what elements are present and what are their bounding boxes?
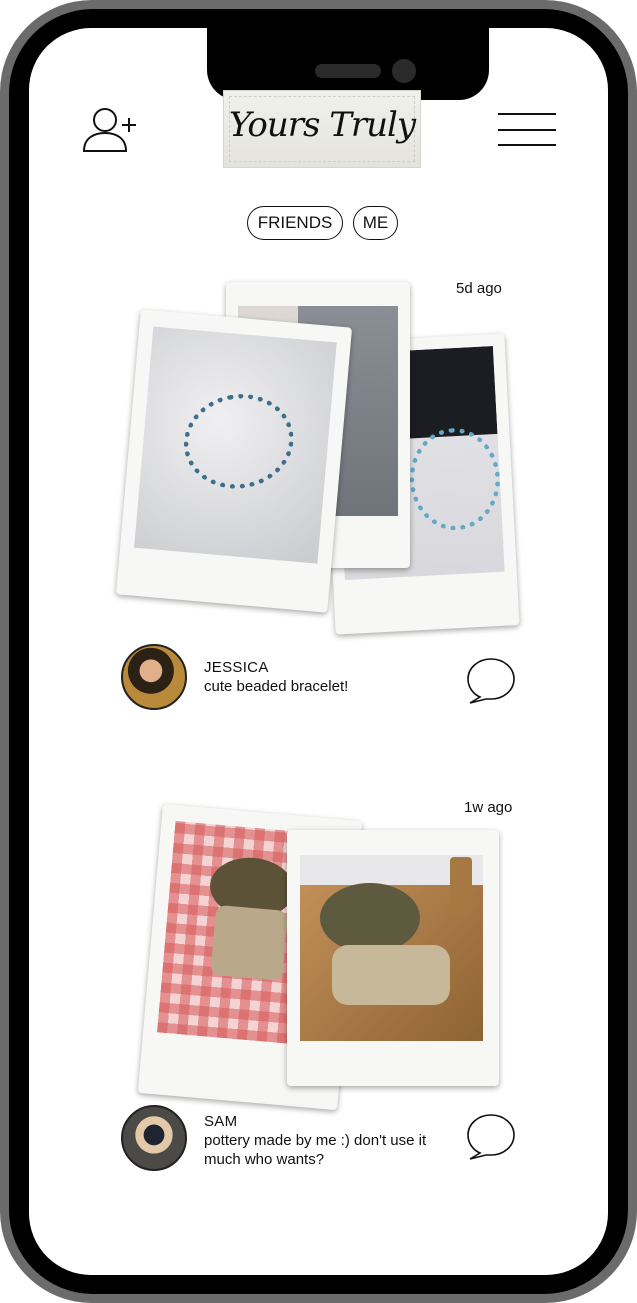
post-username[interactable]: JESSICA (204, 659, 269, 676)
post-photo[interactable] (115, 309, 353, 613)
post-caption: cute beaded bracelet! (204, 678, 349, 695)
menu-button[interactable] (498, 112, 556, 148)
photo-image (300, 855, 483, 1041)
post-photo[interactable] (287, 830, 499, 1086)
speech-bubble-icon (467, 1114, 515, 1160)
avatar[interactable] (121, 644, 187, 710)
tab-me[interactable]: ME (353, 206, 398, 240)
comment-button[interactable] (466, 1113, 516, 1161)
speaker (315, 64, 381, 78)
avatar[interactable] (121, 1105, 187, 1171)
comment-button[interactable] (466, 657, 516, 705)
hamburger-menu-icon (498, 113, 556, 146)
app-logo: Yours Truly (223, 90, 421, 168)
front-camera (392, 59, 416, 83)
photo-image (134, 326, 337, 564)
add-user-icon (82, 108, 136, 152)
add-friend-button[interactable] (82, 106, 138, 154)
tab-friends[interactable]: FRIENDS (247, 206, 343, 240)
speech-bubble-icon (467, 658, 515, 704)
post-caption: pottery made by me :) don't use it much … (204, 1132, 427, 1168)
app-title: Yours Truly (228, 105, 416, 145)
post-timestamp: 1w ago (464, 799, 513, 816)
post-timestamp: 5d ago (456, 280, 502, 297)
post-username[interactable]: SAM (204, 1113, 237, 1130)
